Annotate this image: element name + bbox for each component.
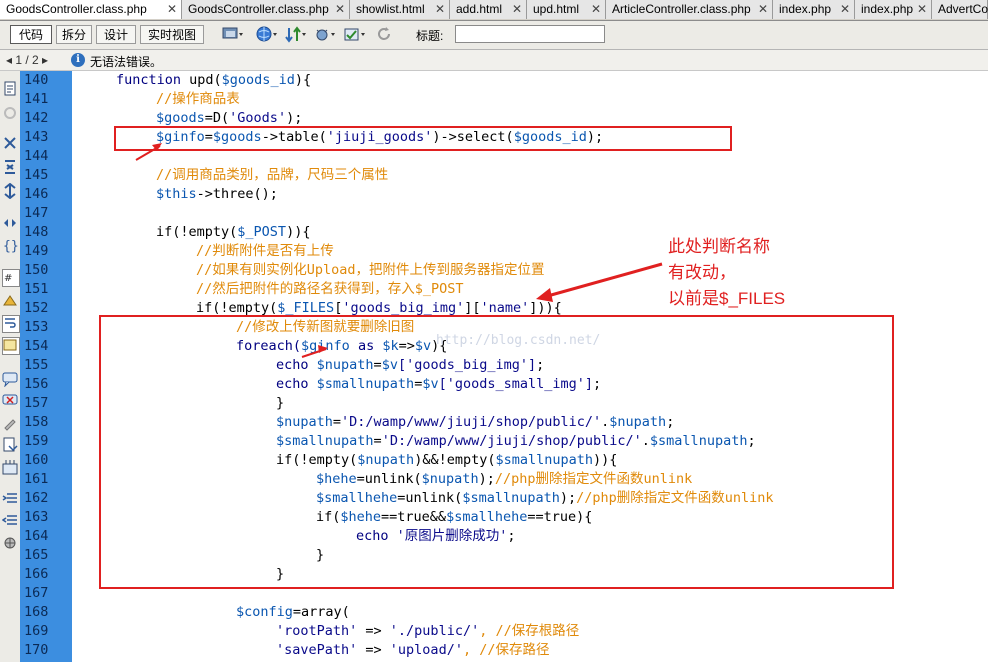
annotation-line-1: 此处判断名称	[668, 237, 770, 256]
annotation-line-2: 有改动，	[668, 263, 736, 282]
annotation-note: 此处判断名称 有改动， 以前是$_FILES	[668, 234, 785, 312]
annotation-arrows	[135, 143, 663, 358]
annotation-line-3: 以前是$_FILES	[668, 289, 786, 308]
